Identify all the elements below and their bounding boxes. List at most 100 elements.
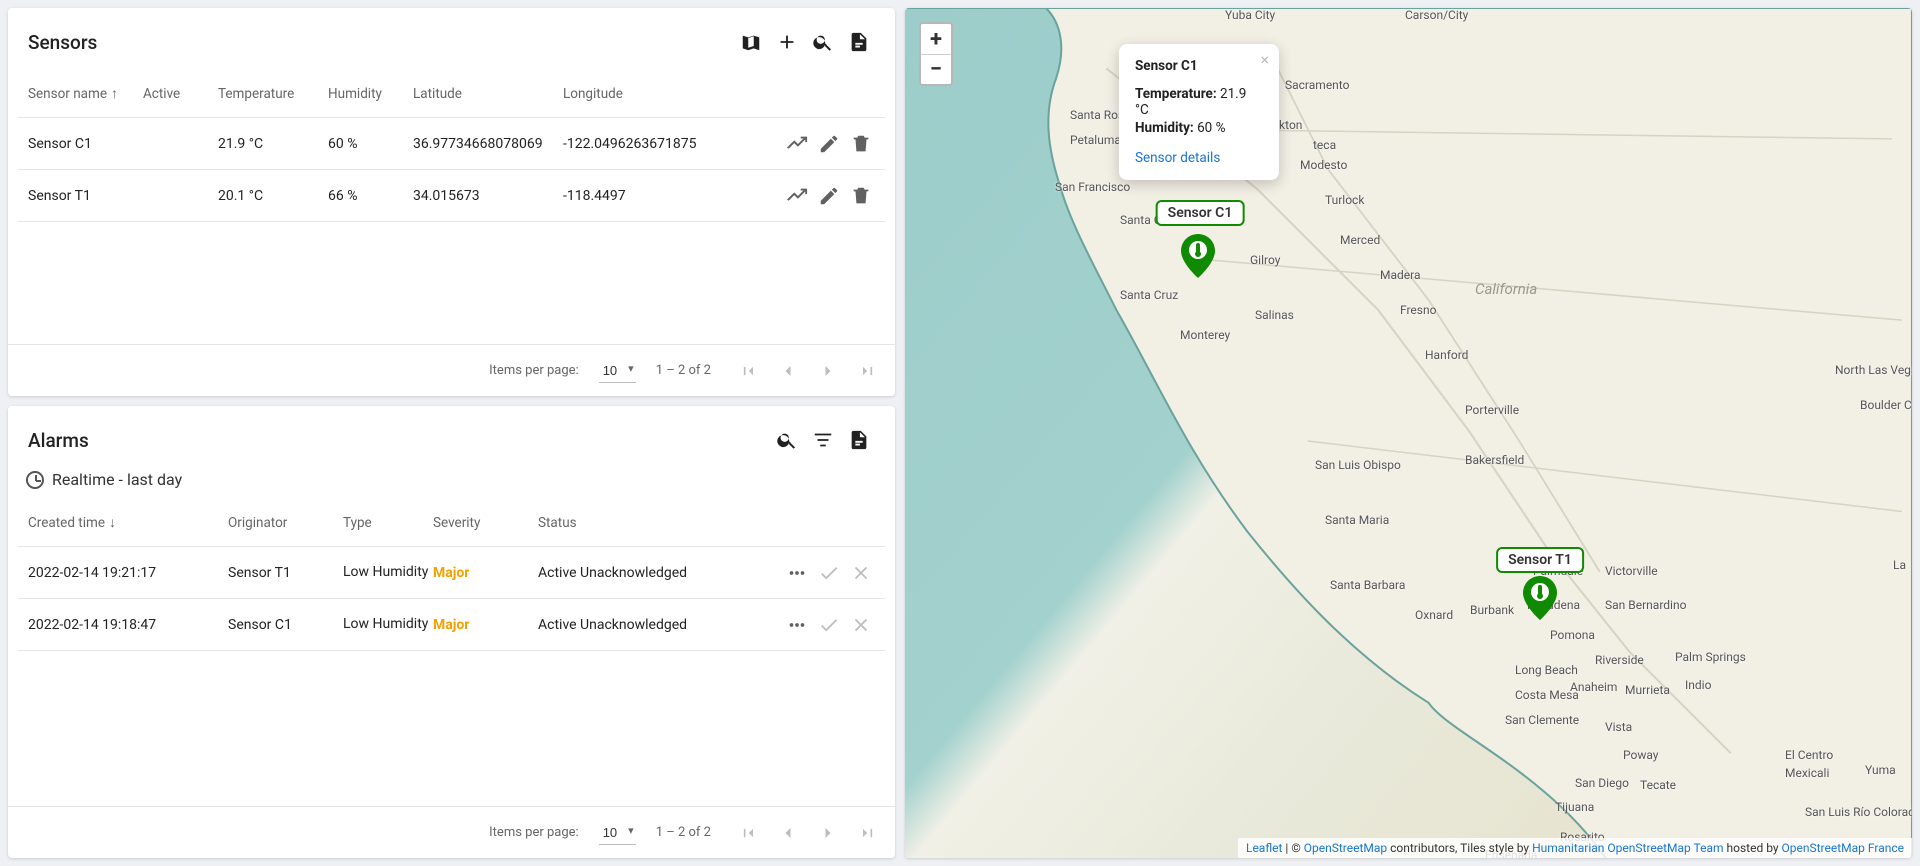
latitude-value: 36.97734668078069 bbox=[413, 136, 563, 152]
col-humidity[interactable]: Humidity bbox=[328, 86, 413, 102]
sensor-chip-c1[interactable]: Sensor C1 bbox=[1156, 200, 1245, 226]
items-per-page-label: Items per page: bbox=[489, 363, 579, 378]
city-label: Carson/City bbox=[1405, 8, 1468, 22]
severity: Major bbox=[433, 617, 538, 633]
city-label: Burbank bbox=[1470, 603, 1514, 617]
delete-icon[interactable] bbox=[847, 130, 875, 158]
col-sensor-name[interactable]: Sensor name ↑ bbox=[28, 85, 143, 102]
items-per-page-select[interactable]: 10 bbox=[599, 359, 636, 383]
originator: Sensor C1 bbox=[228, 617, 343, 633]
created-time: 2022-02-14 19:18:47 bbox=[28, 617, 228, 633]
alarm-type: Low Humidity bbox=[343, 616, 433, 633]
popup-title: Sensor C1 bbox=[1135, 58, 1263, 74]
edit-icon[interactable] bbox=[815, 182, 843, 210]
osm-link[interactable]: OpenStreetMap bbox=[1304, 841, 1387, 855]
city-label: San Luis Obispo bbox=[1315, 458, 1401, 472]
col-severity[interactable]: Severity bbox=[433, 515, 538, 531]
filter-icon[interactable] bbox=[805, 422, 841, 458]
clear-icon[interactable] bbox=[847, 559, 875, 587]
city-label: Murrieta bbox=[1625, 683, 1670, 697]
status: Active Unacknowledged bbox=[538, 617, 718, 633]
timeseries-icon[interactable] bbox=[783, 130, 811, 158]
next-page-icon[interactable] bbox=[811, 354, 845, 388]
city-label: Modesto bbox=[1300, 158, 1347, 172]
add-sensor-icon[interactable] bbox=[769, 24, 805, 60]
hot-link[interactable]: Humanitarian OpenStreetMap Team bbox=[1532, 841, 1723, 855]
city-label: Salinas bbox=[1255, 308, 1294, 322]
table-row[interactable]: 2022-02-14 19:21:17 Sensor T1 Low Humidi… bbox=[18, 547, 885, 599]
table-row[interactable]: Sensor C1 21.9 °C 60 % 36.97734668078069… bbox=[18, 118, 885, 170]
map-toggle-icon[interactable] bbox=[733, 24, 769, 60]
next-page-icon[interactable] bbox=[811, 816, 845, 850]
sensor-chip-t1[interactable]: Sensor T1 bbox=[1496, 547, 1584, 573]
city-label: Indio bbox=[1685, 678, 1711, 692]
prev-page-icon[interactable] bbox=[771, 354, 805, 388]
map-panel[interactable]: California Yuba City Carson/City Sacrame… bbox=[905, 8, 1912, 858]
city-label: Yuma bbox=[1865, 763, 1896, 777]
sensor-marker-c1[interactable] bbox=[1181, 234, 1215, 278]
ack-icon[interactable] bbox=[815, 559, 843, 587]
city-label: Pomona bbox=[1550, 628, 1595, 642]
col-status[interactable]: Status bbox=[538, 515, 718, 531]
table-row[interactable]: 2022-02-14 19:18:47 Sensor C1 Low Humidi… bbox=[18, 599, 885, 651]
col-longitude[interactable]: Longitude bbox=[563, 86, 723, 102]
city-label: Vista bbox=[1605, 720, 1632, 734]
first-page-icon[interactable] bbox=[731, 354, 765, 388]
items-per-page-select[interactable]: 10 bbox=[599, 821, 636, 845]
city-label: Petaluma bbox=[1070, 133, 1121, 147]
sensors-table: Sensor name ↑ Active Temperature Humidit… bbox=[8, 70, 895, 344]
city-label: San Diego bbox=[1575, 776, 1629, 790]
col-type[interactable]: Type bbox=[343, 515, 433, 531]
edit-icon[interactable] bbox=[815, 130, 843, 158]
export-icon[interactable] bbox=[841, 422, 877, 458]
city-label: Porterville bbox=[1465, 403, 1519, 417]
city-label: Tijuana bbox=[1555, 800, 1594, 814]
search-icon[interactable] bbox=[805, 24, 841, 60]
city-label: Palm Springs bbox=[1675, 650, 1746, 664]
zoom-in-button[interactable]: + bbox=[921, 24, 951, 54]
state-label: California bbox=[1475, 280, 1537, 298]
city-label: Gilroy bbox=[1250, 253, 1280, 267]
first-page-icon[interactable] bbox=[731, 816, 765, 850]
zoom-control: + − bbox=[919, 22, 953, 86]
clock-icon bbox=[26, 471, 44, 489]
alarms-table: Created time ↓ Originator Type Severity … bbox=[8, 499, 895, 806]
sensor-marker-t1[interactable] bbox=[1523, 576, 1557, 620]
osmfr-link[interactable]: OpenStreetMap France bbox=[1782, 841, 1904, 855]
more-icon[interactable] bbox=[783, 611, 811, 639]
sensor-name: Sensor C1 bbox=[28, 136, 143, 152]
zoom-out-button[interactable]: − bbox=[921, 54, 951, 84]
col-latitude[interactable]: Latitude bbox=[413, 86, 563, 102]
delete-icon[interactable] bbox=[847, 182, 875, 210]
table-row[interactable]: Sensor T1 20.1 °C 66 % 34.015673 -118.44… bbox=[18, 170, 885, 222]
close-icon[interactable]: × bbox=[1260, 50, 1269, 69]
leaflet-link[interactable]: Leaflet bbox=[1246, 841, 1282, 855]
col-active[interactable]: Active bbox=[143, 86, 218, 102]
page-range: 1 – 2 of 2 bbox=[656, 363, 711, 378]
latitude-value: 34.015673 bbox=[413, 188, 563, 204]
search-icon[interactable] bbox=[769, 422, 805, 458]
prev-page-icon[interactable] bbox=[771, 816, 805, 850]
city-label: Bakersfield bbox=[1465, 453, 1524, 467]
city-label: Santa Cruz bbox=[1120, 288, 1178, 302]
export-icon[interactable] bbox=[841, 24, 877, 60]
clear-icon[interactable] bbox=[847, 611, 875, 639]
temperature-value: 20.1 °C bbox=[218, 188, 328, 204]
col-created-time[interactable]: Created time ↓ bbox=[28, 514, 228, 531]
city-label: San Clemente bbox=[1505, 713, 1579, 727]
ack-icon[interactable] bbox=[815, 611, 843, 639]
more-icon[interactable] bbox=[783, 559, 811, 587]
sensor-details-link[interactable]: Sensor details bbox=[1135, 150, 1220, 166]
city-label: Santa Barbara bbox=[1330, 578, 1405, 592]
timeseries-icon[interactable] bbox=[783, 182, 811, 210]
alarms-subtitle: Realtime - last day bbox=[52, 470, 182, 489]
city-label: Anaheim bbox=[1570, 680, 1617, 694]
last-page-icon[interactable] bbox=[851, 354, 885, 388]
longitude-value: -122.0496263671875 bbox=[563, 136, 723, 152]
col-temperature[interactable]: Temperature bbox=[218, 86, 328, 102]
last-page-icon[interactable] bbox=[851, 816, 885, 850]
col-originator[interactable]: Originator bbox=[228, 515, 343, 531]
city-label: Boulder City bbox=[1860, 398, 1912, 412]
city-label: Riverside bbox=[1595, 653, 1644, 667]
city-label: Tecate bbox=[1640, 778, 1676, 792]
